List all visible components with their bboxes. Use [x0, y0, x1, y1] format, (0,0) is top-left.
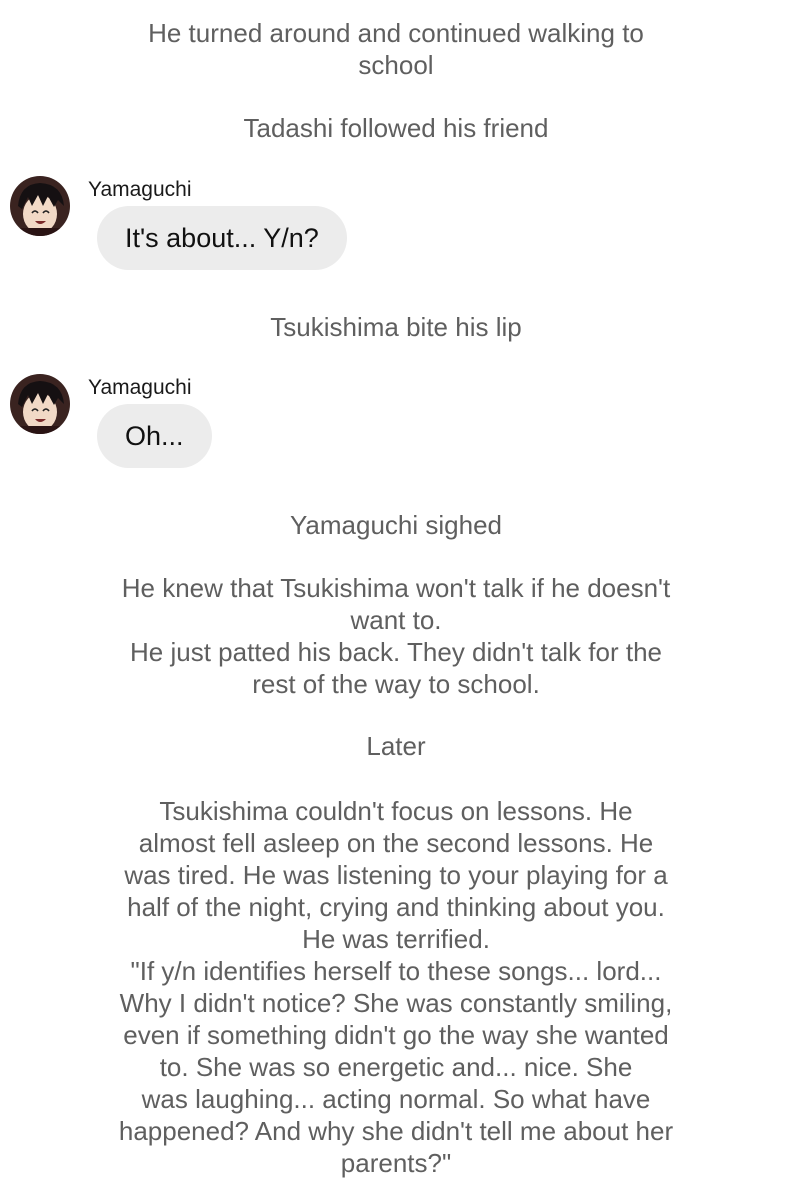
chat-message: Yamaguchi It's about... Y/n? — [0, 176, 792, 286]
narration-text: Yamaguchi sighed — [290, 510, 502, 540]
narration-text: He turned around and continued walking t… — [148, 18, 644, 80]
chat-message: Yamaguchi Oh... — [0, 374, 792, 484]
narration-text: Tadashi followed his friend — [243, 113, 549, 143]
narration-text: Tsukishima couldn't focus on lessons. He… — [118, 796, 674, 1178]
message-bubble[interactable]: Oh... — [97, 404, 212, 468]
sender-name: Yamaguchi — [88, 376, 192, 399]
narration-text: Tsukishima bite his lip — [270, 312, 522, 342]
avatar-icon[interactable] — [10, 374, 70, 434]
sender-name: Yamaguchi — [88, 178, 192, 201]
narration-text: Later — [366, 731, 426, 761]
avatar-icon[interactable] — [10, 176, 70, 236]
message-bubble[interactable]: It's about... Y/n? — [97, 206, 347, 270]
narration-text: He knew that Tsukishima won't talk if he… — [121, 573, 671, 699]
